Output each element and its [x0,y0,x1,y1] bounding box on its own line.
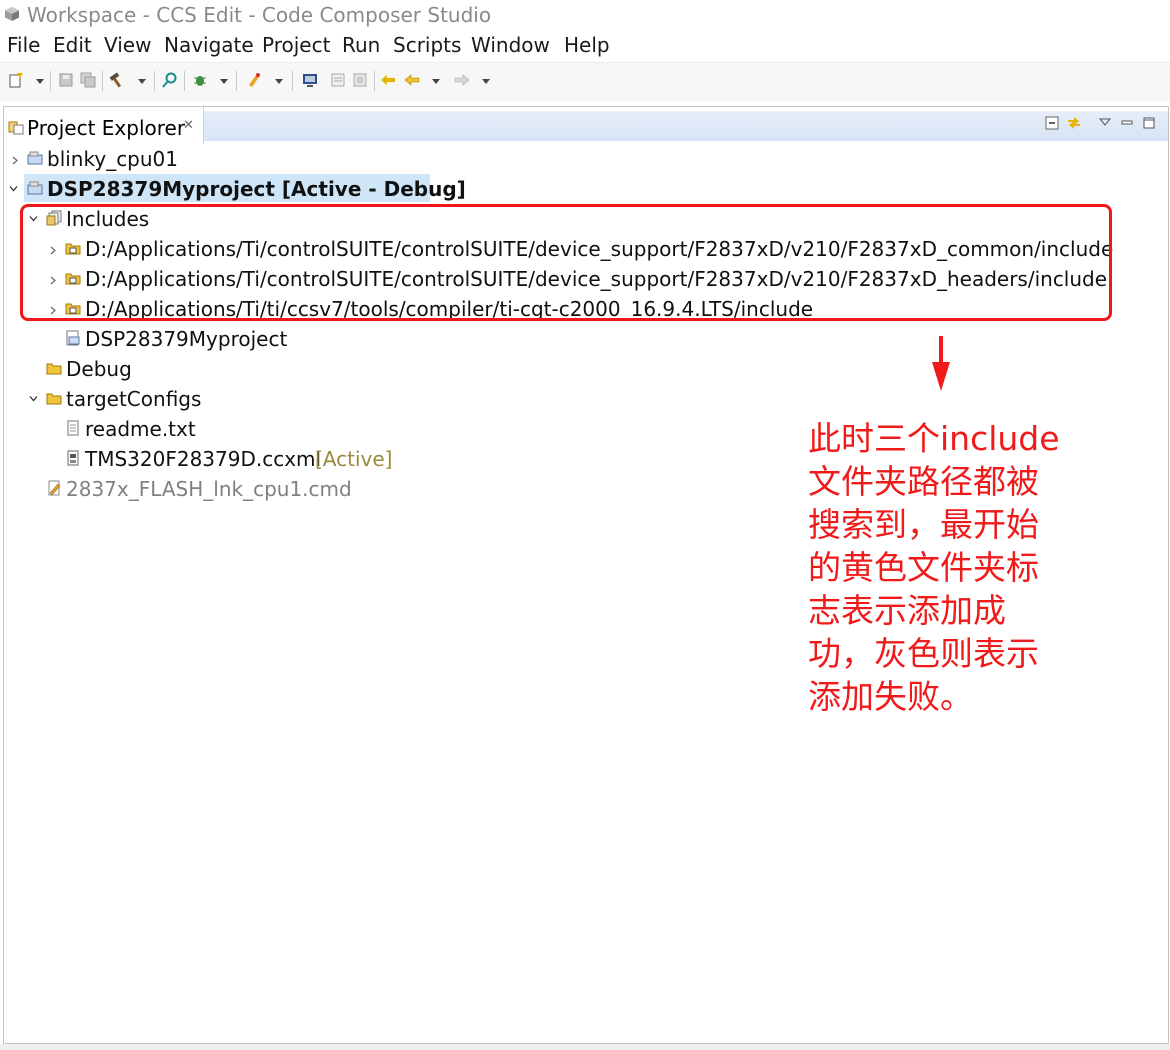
annotation-line: 志表示添加成 [808,591,1006,630]
menu-view[interactable]: View [104,33,151,57]
tree-item-label: Debug [66,357,132,381]
tree-item-ccxml[interactable]: TMS320F28379D.ccxml [Active] [0,445,420,473]
toolbar-separator [50,71,51,91]
toolbar-separator [102,71,103,91]
tree-item-binary[interactable]: DSP28379Myproject [0,325,320,353]
build-dropdown-icon[interactable] [138,79,146,84]
collapse-all-icon[interactable] [1045,116,1059,130]
debug-dropdown-icon[interactable] [220,79,228,84]
linker-cmd-file-icon [48,480,61,496]
annotation-line: 添加失败。 [808,677,973,716]
console-icon[interactable] [302,72,318,88]
annotation-line: 的黄色文件夹标 [808,548,1039,587]
tree-item-label: DSP28379Myproject [Active - Debug] [47,177,466,201]
back-arrow-icon[interactable] [404,72,420,88]
link-with-editor-icon[interactable] [1067,116,1081,130]
memory-icon[interactable] [352,72,368,88]
tree-item-label: 2837x_FLASH_lnk_cpu1.cmd [66,477,352,501]
new-file-icon[interactable] [8,72,24,88]
tree-item-readme[interactable]: readme.txt [0,415,240,443]
tree-item-targetconfigs[interactable]: targetConfigs [0,385,240,413]
menu-project[interactable]: Project [262,33,330,57]
ccs-app-icon [5,7,19,21]
annotation-arrow [932,336,950,391]
annotation-line: 此时三个include [808,419,1060,458]
menu-run[interactable]: Run [342,33,380,57]
menu-help[interactable]: Help [564,33,610,57]
toolbar-separator [184,71,185,91]
tree-item-label: DSP28379Myproject [85,327,288,351]
tree-item-debug[interactable]: Debug [0,355,200,383]
tab-label: Project Explorer [27,116,186,140]
back-dropdown-icon[interactable] [432,79,440,84]
target-config-file-icon [67,450,79,466]
project-icon [27,151,43,165]
menu-navigate[interactable]: Navigate [164,33,254,57]
tree-item-blinky[interactable]: blinky_cpu01 [0,145,300,173]
panel-tab-strip [204,111,1168,141]
active-status-label: [Active] [315,447,393,471]
toolbar-separator [236,71,237,91]
annotation-note: 此时三个include 文件夹路径都被 搜索到，最开始 的黄色文件夹标 志表示添… [808,417,1068,718]
tree-item-project[interactable]: DSP28379Myproject [Active - Debug] [0,175,466,203]
title-bar: Workspace - CCS Edit - Code Composer Stu… [0,0,1170,30]
toolbar [0,62,1170,101]
chevron-right-icon[interactable] [11,156,20,165]
forward-arrow-icon[interactable] [454,72,470,88]
tree-item-label: blinky_cpu01 [47,147,179,171]
text-file-icon [67,420,79,436]
flash-icon[interactable] [246,72,262,88]
menu-bar: File Edit View Navigate Project Run Scri… [0,30,1170,62]
panel-header: Project Explorer ✕ [4,107,1168,145]
tab-project-explorer[interactable]: Project Explorer ✕ [4,107,204,144]
open-editor-icon[interactable] [330,72,346,88]
tree-item-label: targetConfigs [66,387,202,411]
highlight-box [20,204,1112,321]
debug-bug-icon[interactable] [192,72,208,88]
maximize-icon[interactable] [1142,116,1156,130]
annotation-line: 功，灰色则表示 [808,634,1039,673]
binary-file-icon [66,330,80,346]
build-hammer-icon[interactable] [108,72,124,88]
new-dropdown-icon[interactable] [36,79,44,84]
project-icon [27,181,43,195]
tree-item-label: TMS320F28379D.ccxml [85,447,322,471]
menu-edit[interactable]: Edit [53,33,92,57]
toolbar-separator [292,71,293,91]
toolbar-separator [154,71,155,91]
close-icon[interactable]: ✕ [183,118,194,133]
search-icon[interactable] [162,72,178,88]
tree-item-cmd[interactable]: 2837x_FLASH_lnk_cpu1.cmd [0,475,360,503]
last-edit-icon[interactable] [380,72,396,88]
view-menu-icon[interactable] [1098,116,1112,130]
menu-scripts[interactable]: Scripts [393,33,461,57]
toolbar-separator [374,71,375,91]
tree-item-label: readme.txt [85,417,196,441]
project-explorer-icon [8,121,24,135]
chevron-down-icon[interactable] [9,184,18,193]
folder-icon [46,393,62,405]
save-icon[interactable] [58,72,74,88]
annotation-line: 搜索到，最开始 [808,505,1039,544]
window-title: Workspace - CCS Edit - Code Composer Stu… [27,3,492,27]
status-strip [0,1044,1170,1050]
minimize-icon[interactable] [1120,116,1134,130]
chevron-down-icon[interactable] [29,394,38,403]
annotation-line: 文件夹路径都被 [808,462,1039,501]
flash-dropdown-icon[interactable] [275,79,283,84]
save-all-icon[interactable] [80,72,96,88]
forward-dropdown-icon[interactable] [482,79,490,84]
menu-file[interactable]: File [7,33,40,57]
menu-window[interactable]: Window [471,33,550,57]
folder-icon [46,363,62,375]
